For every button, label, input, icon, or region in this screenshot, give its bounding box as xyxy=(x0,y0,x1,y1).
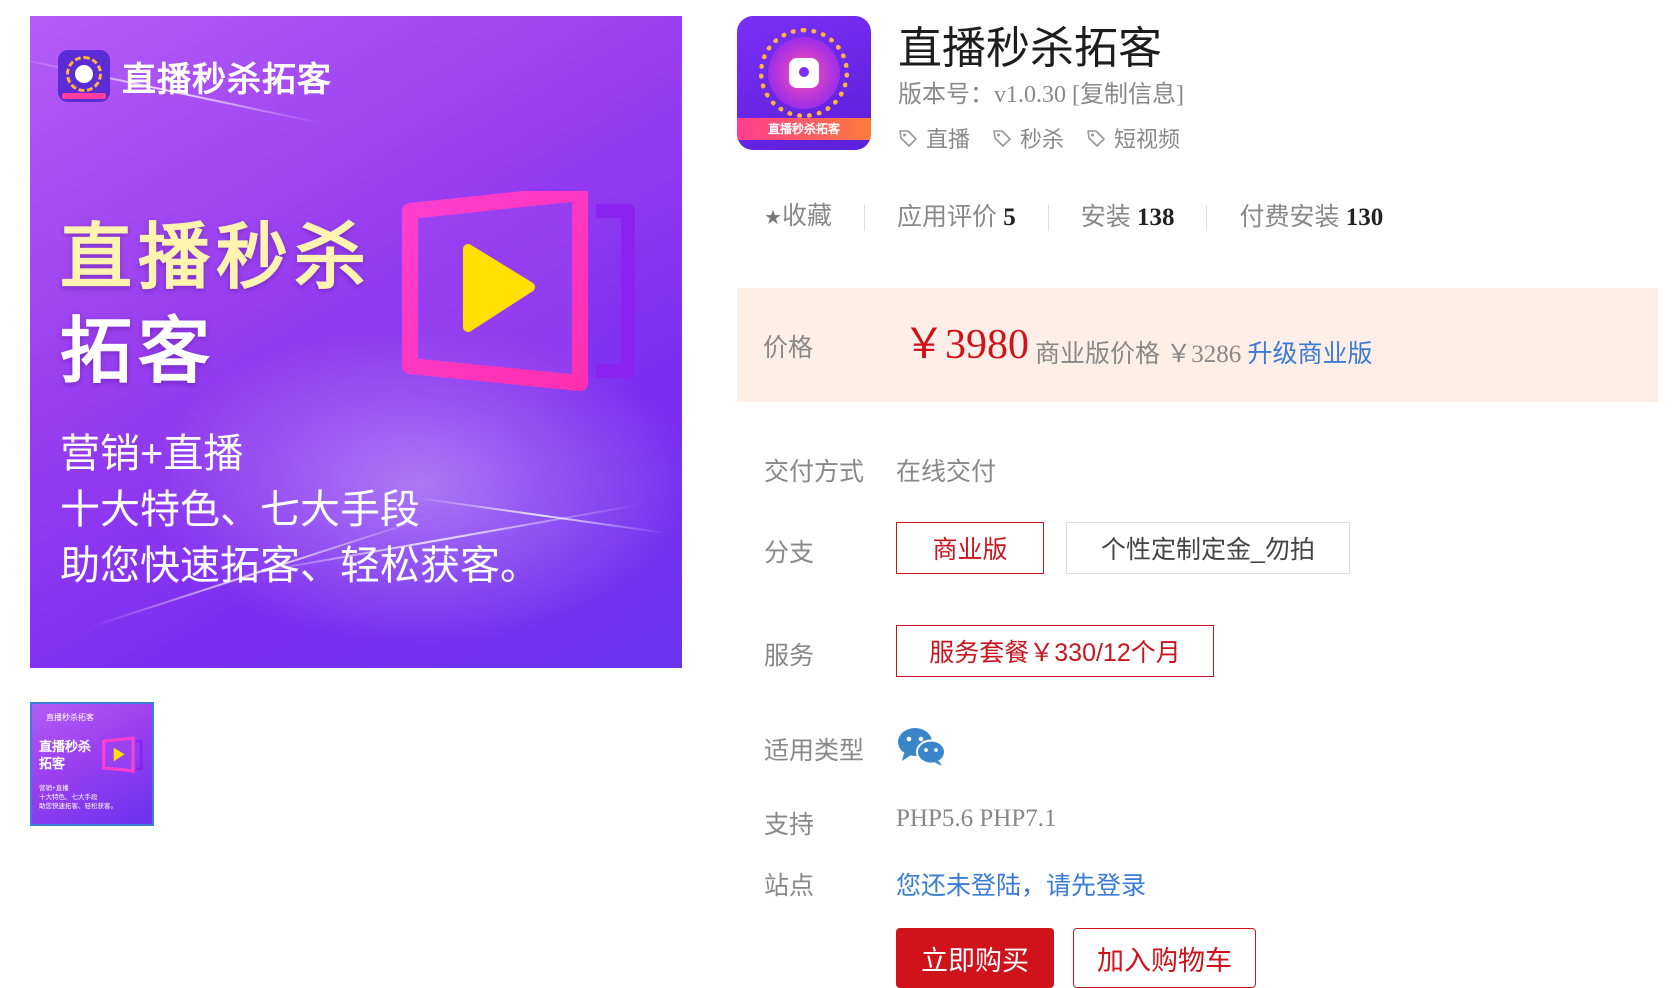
tag-label: 短视频 xyxy=(1114,127,1181,152)
paid-install-label: 付费安装 xyxy=(1239,203,1340,231)
login-link[interactable]: 您还未登陆，请先登录 xyxy=(896,866,1146,902)
banner-brand: 直播秒杀拓客 xyxy=(122,61,332,99)
branch-label: 分支 xyxy=(764,540,815,567)
rating-label: 应用评价 xyxy=(896,203,997,231)
buy-now-button[interactable]: 立即购买 xyxy=(896,928,1054,988)
camera-icon xyxy=(789,58,819,88)
thumbnail-title: 直播秒杀 拓客 xyxy=(39,738,91,772)
upgrade-business-link[interactable]: 升级商业版 xyxy=(1248,341,1373,368)
product-detail-page: 直播秒杀拓客 直播秒杀 拓客 营销+直播 十大特色、七大手段 助您快速拓客、轻松… xyxy=(0,0,1678,988)
banner-sub-line: 助您快速拓客、轻松获客。 xyxy=(60,544,540,588)
version-label: 版本号： xyxy=(898,82,994,108)
tag-item[interactable]: 秒杀 xyxy=(992,122,1064,154)
service-option[interactable]: 服务套餐￥330/12个月 xyxy=(896,625,1214,677)
banner-title: 直播秒杀 拓客 xyxy=(60,211,372,399)
install-label: 安装 xyxy=(1080,203,1131,231)
thumbnail-sub-line: 十大特色、七大手段 xyxy=(39,794,98,801)
service-label: 服务 xyxy=(764,643,815,670)
support-value: PHP5.6 PHP7.1 xyxy=(896,805,1057,832)
tag-item[interactable]: 短视频 xyxy=(1086,122,1180,154)
tag-list: 直播 秒杀 短视频 xyxy=(898,122,1180,154)
thumbnail-sub-line: 营销+直播 xyxy=(39,785,69,792)
thumbnail-title-line1: 直播秒杀 xyxy=(39,739,92,754)
play-icon xyxy=(402,191,635,391)
thumbnail-play-icon xyxy=(102,736,143,773)
star-icon: ★ xyxy=(764,207,782,229)
version-info: 版本号：v1.0.30 [复制信息] xyxy=(898,74,1184,109)
banner-subtitle: 营销+直播 十大特色、七大手段 助您快速拓客、轻松获客。 xyxy=(60,426,540,594)
tag-label: 直播 xyxy=(926,127,971,152)
install-stat: 安装 138 xyxy=(1047,203,1207,231)
delivery-value: 在线交付 xyxy=(896,459,997,486)
product-banner-image: 直播秒杀拓客 直播秒杀 拓客 营销+直播 十大特色、七大手段 助您快速拓客、轻松… xyxy=(30,16,682,668)
thumbnail-subtitle: 营销+直播 十大特色、七大手段 助您快速拓客、轻松获客。 xyxy=(39,784,117,811)
paid-install-value: 130 xyxy=(1345,203,1384,231)
app-title: 直播秒杀拓客 xyxy=(898,24,1162,73)
rating-value: 5 xyxy=(1003,203,1016,231)
favorite-label: 收藏 xyxy=(781,203,832,230)
version-number: v1.0.30 xyxy=(994,82,1066,108)
copy-info-link[interactable]: [复制信息] xyxy=(1072,82,1184,108)
banner-title-line2: 拓客 xyxy=(60,312,217,392)
banner-title-line1: 直播秒杀 xyxy=(60,218,373,298)
thumbnail-brand: 直播秒杀拓客 xyxy=(46,713,94,722)
thumbnail-image[interactable]: 直播秒杀拓客 直播秒杀 拓客 营销+直播 十大特色、七大手段 助您快速拓客、轻松… xyxy=(30,702,154,826)
price-label: 价格 xyxy=(763,335,814,362)
paid-install-stat: 付费安装 130 xyxy=(1206,203,1415,231)
thumbnail-sub-line: 助您快速拓客、轻松获客。 xyxy=(39,803,117,810)
install-value: 138 xyxy=(1136,203,1175,231)
tag-label: 秒杀 xyxy=(1020,127,1065,152)
thumbnail-title-line2: 拓客 xyxy=(39,756,66,771)
business-price-label: 商业版价格 xyxy=(1035,341,1161,368)
business-price: 商业版价格 ￥3286 升级商业版 xyxy=(1035,334,1373,370)
business-price-value: ￥3286 xyxy=(1166,341,1242,368)
add-to-cart-button[interactable]: 加入购物车 xyxy=(1073,928,1256,988)
banner-sub-line: 营销+直播 xyxy=(60,432,244,476)
price-panel: 价格 ￥3980 商业版价格 ￥3286 升级商业版 xyxy=(737,288,1658,402)
app-icon-label: 直播秒杀拓客 xyxy=(767,122,840,136)
tag-icon xyxy=(993,130,1011,147)
price-value: ￥3980 xyxy=(903,322,1030,368)
wechat-icon xyxy=(898,728,946,766)
tag-icon xyxy=(1087,130,1105,147)
stats-bar: ★收藏 应用评价 5 安装 138 付费安装 130 xyxy=(764,204,1415,231)
banner-sub-line: 十大特色、七大手段 xyxy=(60,488,420,532)
favorite-button[interactable]: ★收藏 xyxy=(764,204,864,231)
rating-stat: 应用评价 5 xyxy=(863,203,1048,231)
branch-option-business[interactable]: 商业版 xyxy=(896,522,1044,574)
app-icon: 直播秒杀拓客 xyxy=(737,16,871,150)
branch-option-custom-deposit[interactable]: 个性定制定金_勿拍 xyxy=(1066,522,1350,574)
banner-logo-icon xyxy=(58,50,110,102)
tag-item[interactable]: 直播 xyxy=(898,122,970,154)
type-label: 适用类型 xyxy=(764,738,865,765)
site-label: 站点 xyxy=(764,873,815,900)
delivery-label: 交付方式 xyxy=(764,459,865,486)
support-label: 支持 xyxy=(764,812,815,839)
tag-icon xyxy=(899,130,917,147)
